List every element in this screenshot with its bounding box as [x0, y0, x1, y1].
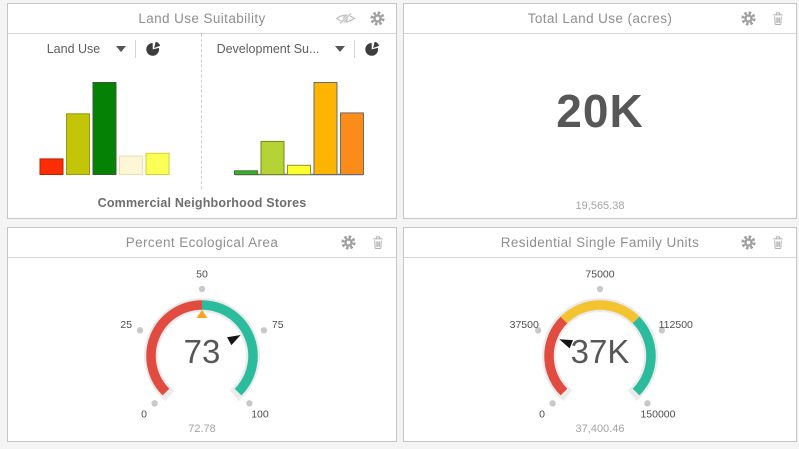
land-use-bar-chart — [8, 64, 201, 189]
panel-header: Percent Ecological Area — [8, 228, 396, 258]
panel-percent-ecological-area: Percent Ecological Area — [7, 227, 397, 442]
panel-title: Land Use Suitability — [138, 11, 265, 26]
land-use-dropdown[interactable]: Land Use — [47, 42, 127, 56]
settings-button[interactable] — [369, 10, 386, 27]
header-actions — [335, 4, 386, 33]
land-use-chart-section: Land Use — [8, 34, 202, 189]
header-actions — [740, 4, 786, 33]
header-actions — [340, 228, 386, 257]
delete-button[interactable] — [370, 234, 386, 251]
settings-icon — [740, 234, 757, 251]
chevron-down-icon — [116, 46, 126, 52]
delete-button[interactable] — [770, 10, 786, 27]
development-suitability-dropdown[interactable]: Development Su... — [217, 42, 346, 56]
divider — [354, 40, 355, 58]
chart-caption: Commercial Neighborhood Stores — [8, 189, 396, 219]
panel-total-land-use: Total Land Use (acres) — [403, 3, 797, 219]
delete-icon — [770, 234, 786, 251]
chart-split-area: Land Use Development S — [8, 34, 396, 189]
residential-units-gauge: 0 37500 75000 112500 150000 37K — [480, 260, 720, 438]
development-suitability-bar-chart — [202, 64, 396, 189]
pie-chart-icon — [364, 41, 381, 57]
development-suitability-chart-section: Development Su... — [202, 34, 396, 189]
panel-residential-single-family-units: Residential Single Family Units — [403, 227, 797, 442]
svg-text:0: 0 — [141, 408, 147, 420]
development-suitability-dropdown-label: Development Su... — [217, 42, 320, 56]
pie-chart-toggle-button[interactable] — [145, 41, 162, 57]
panel-title: Total Land Use (acres) — [528, 11, 673, 26]
divider — [135, 40, 136, 58]
svg-text:150000: 150000 — [640, 408, 675, 420]
total-land-use-value: 20K — [404, 84, 796, 138]
header-actions — [740, 228, 786, 257]
panel-land-use-suitability: Land Use Suitability — [7, 3, 397, 219]
svg-text:75: 75 — [272, 319, 284, 331]
delete-button[interactable] — [770, 234, 786, 251]
panel-title: Residential Single Family Units — [501, 235, 699, 250]
development-suitability-controls: Development Su... — [202, 34, 396, 64]
svg-text:50: 50 — [196, 269, 208, 281]
svg-text:75000: 75000 — [585, 269, 614, 281]
settings-button[interactable] — [740, 234, 757, 251]
delete-icon — [770, 10, 786, 27]
dashboard: Land Use Suitability — [0, 0, 799, 449]
visibility-off-icon — [335, 11, 356, 26]
pie-chart-toggle-button[interactable] — [364, 41, 381, 57]
residential-exact-value: 37,400.46 — [404, 423, 796, 435]
svg-text:37500: 37500 — [510, 319, 539, 331]
settings-icon — [740, 10, 757, 27]
settings-button[interactable] — [340, 234, 357, 251]
delete-icon — [370, 234, 386, 251]
land-use-controls: Land Use — [8, 34, 201, 64]
pie-chart-icon — [145, 41, 162, 57]
panel-title: Percent Ecological Area — [126, 235, 279, 250]
svg-text:25: 25 — [120, 319, 132, 331]
settings-icon — [340, 234, 357, 251]
svg-text:100: 100 — [251, 408, 269, 420]
chevron-down-icon — [335, 46, 345, 52]
land-use-dropdown-label: Land Use — [47, 42, 101, 56]
settings-button[interactable] — [740, 10, 757, 27]
ecological-exact-value: 72.78 — [8, 423, 396, 435]
ecological-area-gauge: 0 25 50 75 100 73 — [82, 260, 322, 438]
panel-header: Residential Single Family Units — [404, 228, 796, 258]
svg-text:0: 0 — [539, 408, 545, 420]
panel-header: Total Land Use (acres) — [404, 4, 796, 34]
svg-text:37K: 37K — [571, 333, 630, 370]
panel-header: Land Use Suitability — [8, 4, 396, 34]
visibility-off-button[interactable] — [335, 11, 356, 26]
svg-text:112500: 112500 — [659, 319, 693, 331]
total-land-use-exact-value: 19,565.38 — [404, 200, 796, 212]
settings-icon — [369, 10, 386, 27]
svg-text:73: 73 — [184, 333, 221, 370]
